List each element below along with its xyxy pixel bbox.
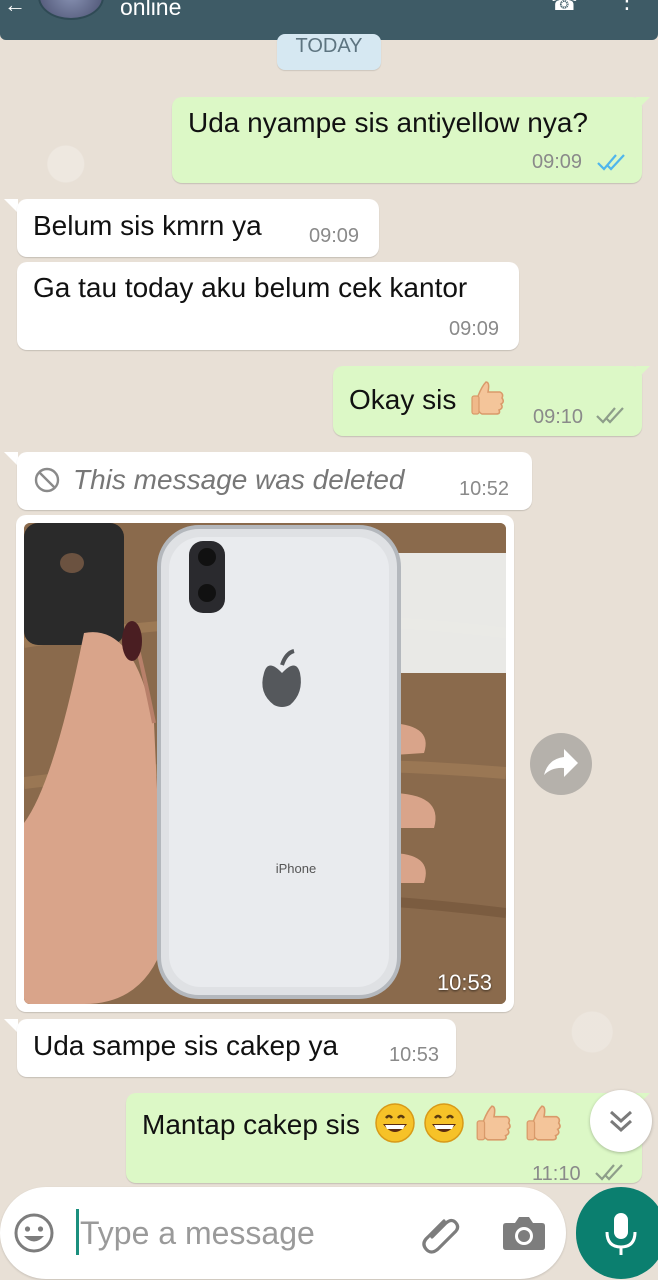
menu-icon[interactable]: ⋮	[616, 0, 638, 14]
attach-icon[interactable]	[418, 1211, 462, 1255]
message-composer: Type a message	[0, 1187, 566, 1279]
message-outgoing[interactable]: Uda nyampe sis antiyellow nya? 09:09	[172, 97, 642, 183]
read-receipt-icon	[597, 154, 625, 171]
grinning-face-icon	[424, 1102, 465, 1143]
forward-button[interactable]	[530, 733, 592, 795]
message-text: Belum sis kmrn ya	[33, 210, 262, 241]
emoji-icon[interactable]	[12, 1211, 56, 1255]
thumbs-up-icon	[471, 380, 505, 415]
message-text: This message was deleted	[73, 464, 405, 495]
bubble-tail	[4, 1019, 18, 1033]
message-text-content: Mantap cakep sis	[142, 1109, 360, 1140]
photo-brand-text: iPhone	[276, 861, 316, 876]
voice-record-button[interactable]	[576, 1187, 658, 1279]
photo-drawing: iPhone	[24, 523, 506, 1004]
message-time: 09:09	[309, 225, 360, 247]
delivered-receipt-icon	[595, 1164, 623, 1181]
message-incoming[interactable]: Belum sis kmrn ya 09:09	[17, 199, 379, 257]
message-input[interactable]: Type a message	[80, 1215, 315, 1252]
message-text: Ga tau today aku belum cek kantor	[33, 272, 468, 303]
message-time: 10:52	[459, 478, 510, 500]
message-text: Uda nyampe sis antiyellow nya?	[188, 107, 588, 138]
message-deleted[interactable]: This message was deleted 10:52	[17, 452, 532, 510]
message-incoming[interactable]: Ga tau today aku belum cek kantor 09:09	[17, 262, 519, 350]
contact-avatar[interactable]	[38, 0, 104, 20]
bubble-tail	[636, 97, 650, 111]
message-time: 09:09	[532, 151, 583, 173]
thumbs-up-icon	[476, 1105, 512, 1141]
bubble-tail	[636, 366, 650, 380]
photo-image[interactable]: iPhone 10:53	[24, 523, 506, 1004]
contact-status: online	[120, 0, 182, 20]
message-time: 10:53	[436, 970, 492, 995]
message-text-content: Okay sis	[349, 384, 457, 415]
message-time: 09:09	[449, 318, 500, 340]
message-text: Uda sampe sis cakep ya	[33, 1030, 339, 1061]
scroll-to-bottom-button[interactable]	[590, 1090, 652, 1152]
thumbs-up-icon	[526, 1105, 561, 1141]
delivered-receipt-icon	[596, 407, 624, 424]
message-outgoing[interactable]: Okay sis 09:10	[333, 366, 642, 436]
deleted-icon	[34, 467, 60, 493]
message-time: 09:10	[533, 406, 584, 428]
message-incoming[interactable]: Uda sampe sis cakep ya 10:53	[17, 1019, 456, 1077]
back-arrow-icon[interactable]: ←	[4, 0, 26, 18]
message-text: Okay sis	[349, 380, 508, 418]
forward-icon	[544, 749, 578, 777]
bubble-tail	[4, 452, 18, 466]
text-caret	[76, 1209, 79, 1255]
message-time: 10:53	[389, 1044, 440, 1066]
message-time: 11:10	[532, 1163, 581, 1183]
day-separator: TODAY	[277, 34, 381, 70]
message-outgoing[interactable]: Mantap cakep sis 11:10	[126, 1093, 642, 1183]
call-icon[interactable]: ☎	[551, 0, 578, 16]
message-photo[interactable]: iPhone 10:53	[16, 515, 514, 1012]
bubble-tail	[4, 199, 18, 213]
camera-icon[interactable]	[500, 1211, 548, 1255]
message-text: Mantap cakep sis	[142, 1102, 565, 1144]
day-separator-label: TODAY	[295, 35, 363, 57]
grinning-face-icon	[374, 1102, 415, 1143]
microphone-icon	[605, 1213, 637, 1255]
double-chevron-down-icon	[609, 1110, 633, 1133]
